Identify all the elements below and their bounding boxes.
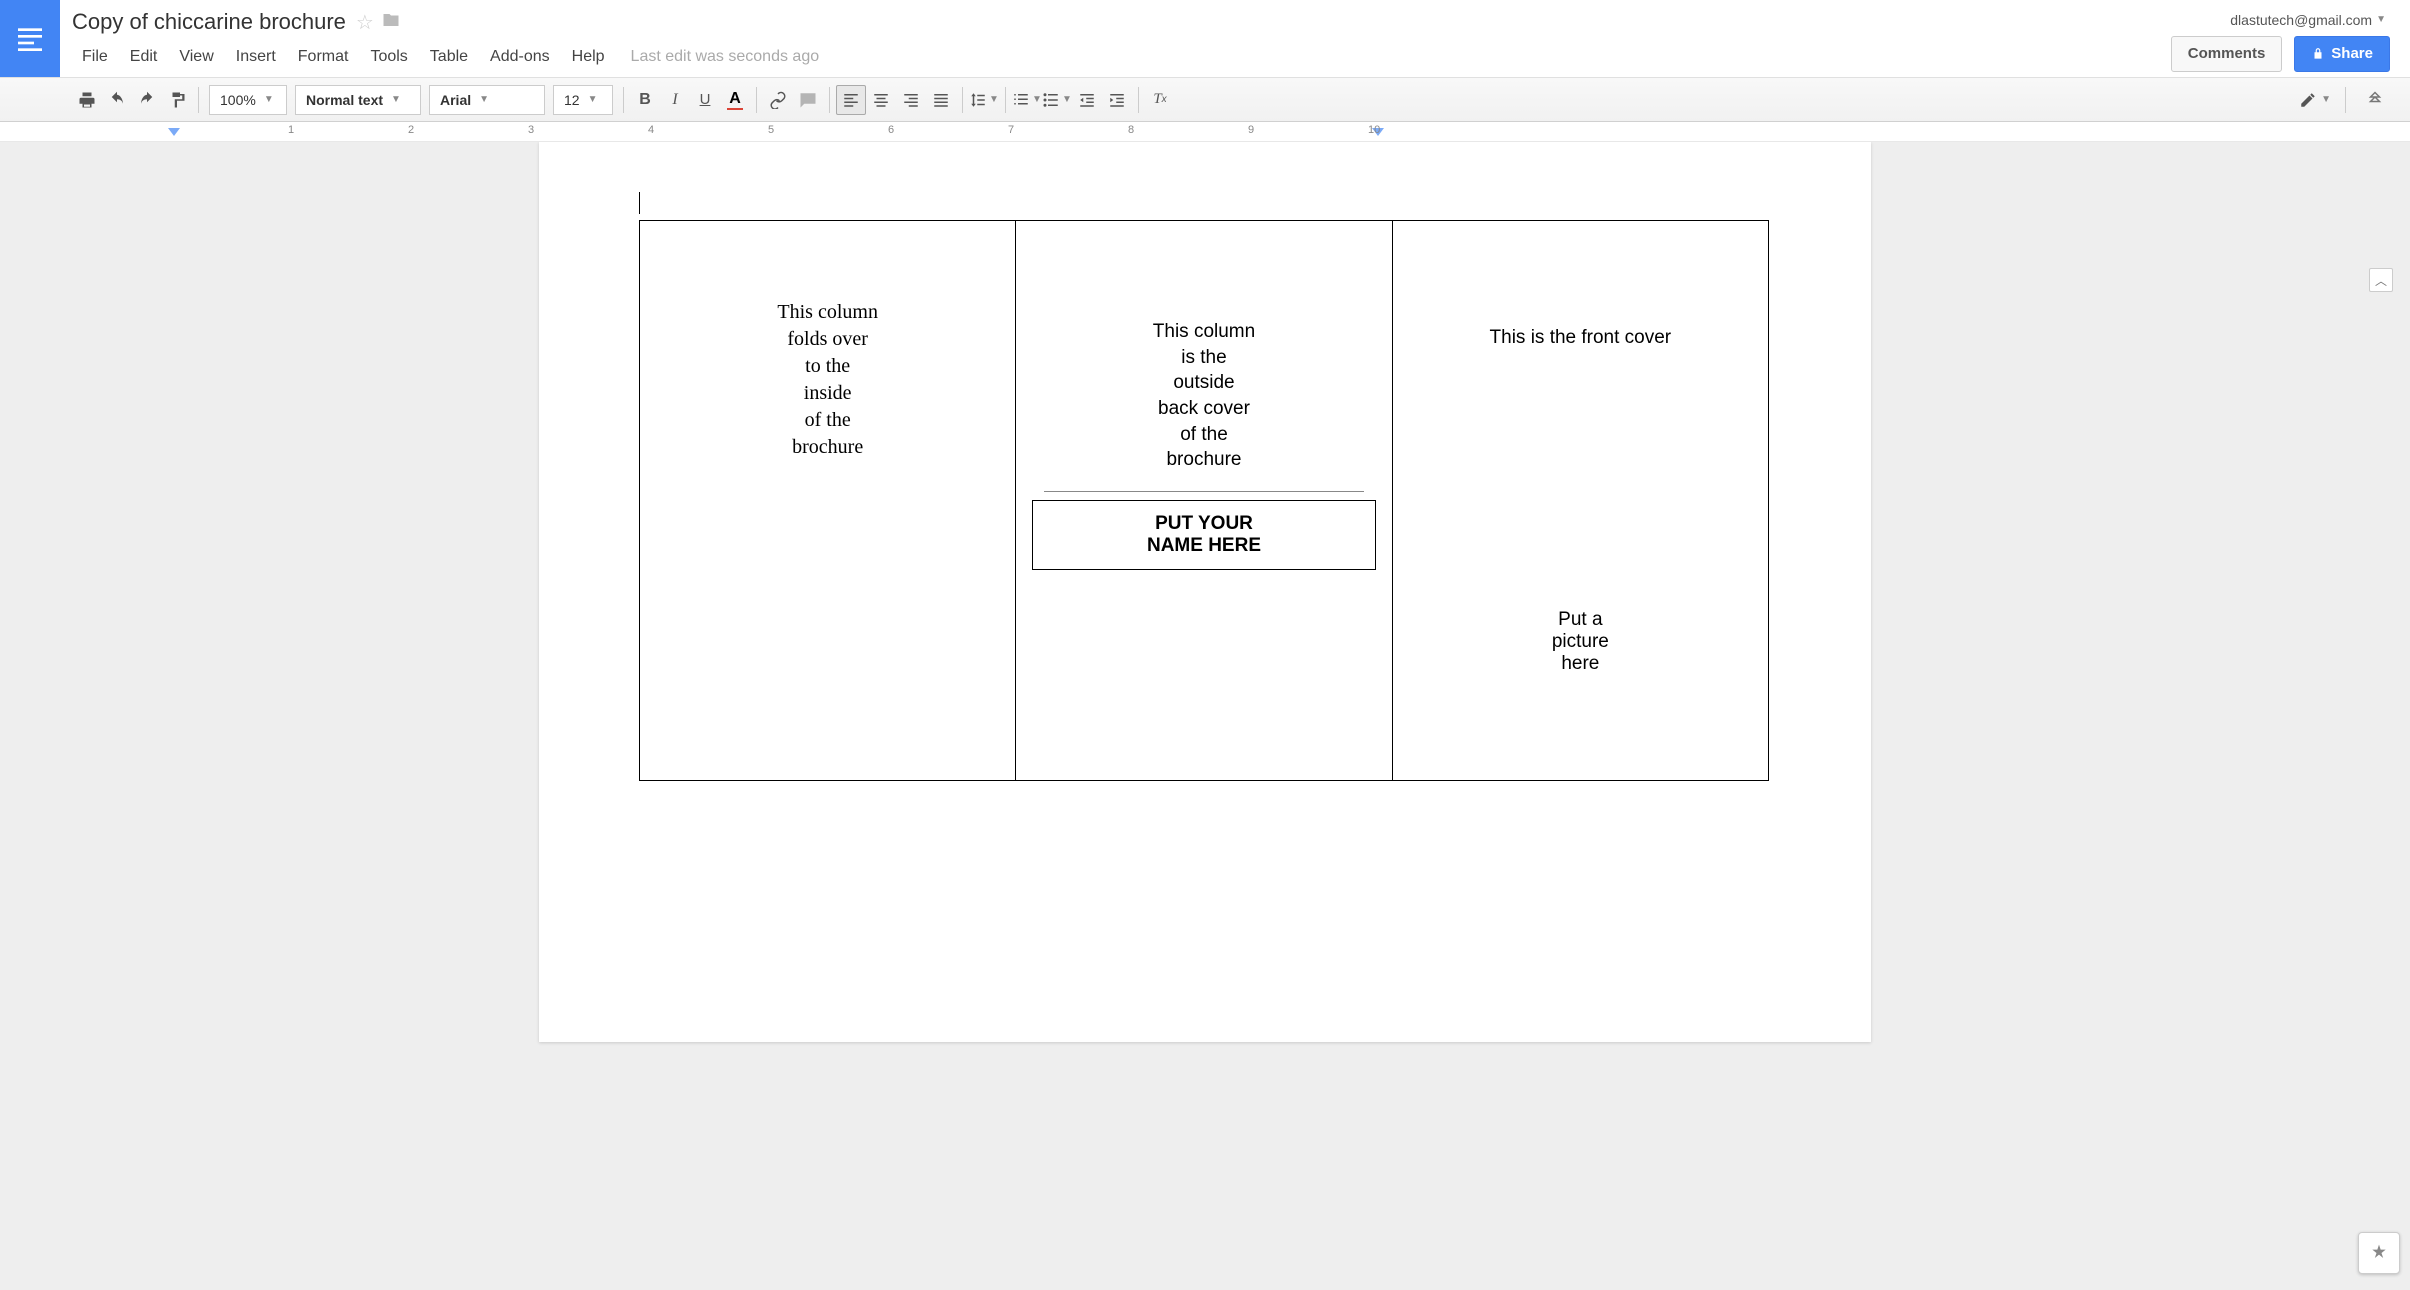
menu-table[interactable]: Table xyxy=(420,44,478,70)
document-title[interactable]: Copy of chiccarine brochure xyxy=(72,9,346,35)
insert-link-button[interactable] xyxy=(763,85,793,115)
editing-mode-button[interactable]: ▼ xyxy=(2299,85,2331,115)
lock-icon xyxy=(2311,47,2325,61)
menu-addons[interactable]: Add-ons xyxy=(480,44,560,70)
explore-button[interactable] xyxy=(2358,1232,2400,1274)
ruler-tick: 8 xyxy=(1128,124,1134,136)
zoom-dropdown[interactable]: 100%▼ xyxy=(209,85,287,115)
menu-tools[interactable]: Tools xyxy=(360,44,417,70)
align-right-button[interactable] xyxy=(896,85,926,115)
ruler-tick: 10 xyxy=(1368,124,1380,136)
brochure-col2[interactable]: This column is the outside back cover of… xyxy=(1016,221,1392,781)
align-justify-button[interactable] xyxy=(926,85,956,115)
brochure-col1[interactable]: This column folds over to the inside of … xyxy=(640,221,1016,781)
ruler-tick: 1 xyxy=(288,124,294,136)
left-indent-marker[interactable] xyxy=(168,128,180,140)
ruler-tick: 6 xyxy=(888,124,894,136)
bulleted-list-button[interactable]: ▼ xyxy=(1042,85,1072,115)
ruler-tick: 2 xyxy=(408,124,414,136)
account-email: dlastutech@gmail.com xyxy=(2230,12,2372,28)
page[interactable]: This column folds over to the inside of … xyxy=(539,142,1871,1042)
paint-format-button[interactable] xyxy=(162,85,192,115)
col1-text[interactable]: This column folds over to the inside of … xyxy=(652,299,1003,461)
font-dropdown[interactable]: Arial▼ xyxy=(429,85,545,115)
share-label: Share xyxy=(2331,45,2373,62)
hide-menus-button[interactable] xyxy=(2360,85,2390,115)
ruler-tick: 9 xyxy=(1248,124,1254,136)
brochure-table[interactable]: This column folds over to the inside of … xyxy=(639,220,1769,781)
increase-indent-button[interactable] xyxy=(1102,85,1132,115)
brochure-col3[interactable]: This is the front cover Put a picture he… xyxy=(1392,221,1768,781)
horizontal-ruler[interactable]: 1 2 3 4 5 6 7 8 9 10 xyxy=(0,122,2410,142)
print-button[interactable] xyxy=(72,85,102,115)
docs-logo[interactable] xyxy=(0,0,60,77)
ruler-tick: 4 xyxy=(648,124,654,136)
col2-divider xyxy=(1044,491,1363,492)
bold-button[interactable]: B xyxy=(630,85,660,115)
line-spacing-button[interactable]: ▼ xyxy=(969,85,999,115)
document-canvas[interactable]: This column folds over to the inside of … xyxy=(0,142,2410,1290)
align-center-button[interactable] xyxy=(866,85,896,115)
menu-file[interactable]: File xyxy=(72,44,118,70)
folder-icon[interactable] xyxy=(382,11,400,34)
menu-edit[interactable]: Edit xyxy=(120,44,168,70)
font-size-dropdown[interactable]: 12▼ xyxy=(553,85,613,115)
italic-button[interactable]: I xyxy=(660,85,690,115)
clear-formatting-button[interactable]: Tx xyxy=(1145,85,1175,115)
col3-front-text[interactable]: This is the front cover xyxy=(1405,327,1756,349)
toolbar: 100%▼ Normal text▼ Arial▼ 12▼ B I U A ▼ … xyxy=(0,78,2410,122)
caret-down-icon: ▼ xyxy=(2376,14,2386,25)
col2-text[interactable]: This column is the outside back cover of… xyxy=(1028,319,1379,473)
menu-view[interactable]: View xyxy=(169,44,223,70)
insert-comment-button[interactable] xyxy=(793,85,823,115)
name-box[interactable]: PUT YOUR NAME HERE xyxy=(1032,500,1375,570)
share-button[interactable]: Share xyxy=(2294,36,2390,72)
account-menu[interactable]: dlastutech@gmail.com ▼ xyxy=(2230,6,2390,28)
decrease-indent-button[interactable] xyxy=(1072,85,1102,115)
redo-button[interactable] xyxy=(132,85,162,115)
star-icon[interactable]: ☆ xyxy=(356,10,374,35)
align-left-button[interactable] xyxy=(836,85,866,115)
explore-icon xyxy=(2369,1243,2389,1263)
text-color-button[interactable]: A xyxy=(720,85,750,115)
text-cursor xyxy=(639,192,640,214)
ruler-tick: 5 xyxy=(768,124,774,136)
comments-button[interactable]: Comments xyxy=(2171,36,2283,72)
styles-dropdown[interactable]: Normal text▼ xyxy=(295,85,421,115)
menu-format[interactable]: Format xyxy=(288,44,359,70)
ruler-tick: 3 xyxy=(528,124,534,136)
last-edit-status[interactable]: Last edit was seconds ago xyxy=(631,48,820,66)
menu-bar: File Edit View Insert Format Tools Table… xyxy=(72,40,2171,74)
undo-button[interactable] xyxy=(102,85,132,115)
numbered-list-button[interactable]: ▼ xyxy=(1012,85,1042,115)
underline-button[interactable]: U xyxy=(690,85,720,115)
menu-help[interactable]: Help xyxy=(562,44,615,70)
menu-insert[interactable]: Insert xyxy=(226,44,286,70)
app-header: Copy of chiccarine brochure ☆ File Edit … xyxy=(0,0,2410,78)
collapse-toolbar-button[interactable]: ︿ xyxy=(2369,268,2393,292)
col3-picture-text[interactable]: Put a picture here xyxy=(1405,609,1756,675)
ruler-tick: 7 xyxy=(1008,124,1014,136)
